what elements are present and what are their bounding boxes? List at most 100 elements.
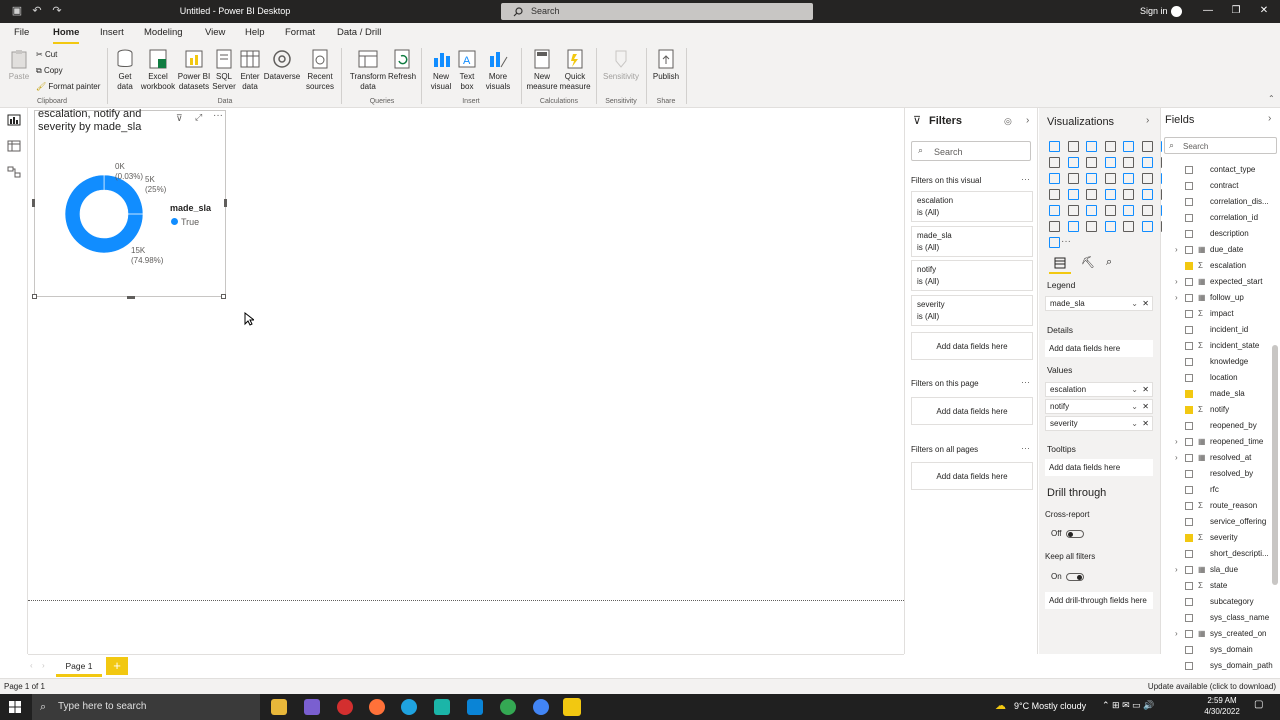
minimize-icon[interactable]: — <box>1199 3 1217 19</box>
tab-help[interactable]: Help <box>245 27 265 38</box>
field-item[interactable]: sys_domain_path <box>1162 658 1274 674</box>
visual-type-icon[interactable] <box>1142 221 1153 232</box>
field-checkbox[interactable] <box>1185 230 1193 238</box>
field-checkbox[interactable] <box>1185 422 1193 430</box>
collapse-ribbon-icon[interactable]: ⌃ <box>1268 94 1275 103</box>
field-checkbox[interactable] <box>1185 646 1193 654</box>
field-item[interactable]: › ▦ due_date <box>1162 242 1274 258</box>
resize-handle[interactable] <box>224 199 227 207</box>
field-item[interactable]: contract <box>1162 178 1274 194</box>
field-item[interactable]: reopened_by <box>1162 418 1274 434</box>
sign-in-link[interactable]: Sign in <box>1140 6 1168 16</box>
power-bi-datasets-button[interactable]: Power BI datasets <box>176 48 212 92</box>
app-icon[interactable] <box>434 699 450 715</box>
format-painter-button[interactable]: 🖌 Format painter <box>36 82 100 91</box>
field-checkbox[interactable] <box>1185 294 1193 302</box>
legend-item[interactable]: True <box>171 217 199 227</box>
expand-chevron-icon[interactable]: › <box>1175 274 1178 290</box>
field-checkbox[interactable] <box>1185 342 1193 350</box>
more-options-icon[interactable]: ··· <box>1021 443 1030 453</box>
close-icon[interactable]: ✕ <box>1255 3 1273 19</box>
field-item[interactable]: service_offering <box>1162 514 1274 530</box>
legend-field-pill[interactable]: made_sla ⌄ ✕ <box>1045 296 1153 311</box>
collapse-viz-icon[interactable]: › <box>1146 115 1149 126</box>
power-bi-icon[interactable] <box>563 698 581 716</box>
visual-type-icon[interactable] <box>1067 141 1079 152</box>
resize-handle[interactable] <box>127 296 135 299</box>
visual-type-icon[interactable] <box>1142 173 1153 184</box>
cut-button[interactable]: ✂ Cut <box>36 50 57 59</box>
sensitivity-button[interactable]: Sensitivity <box>601 48 641 82</box>
tab-view[interactable]: View <box>205 27 225 38</box>
field-checkbox[interactable] <box>1185 374 1193 382</box>
paste-button[interactable]: Paste <box>6 48 32 82</box>
field-checkbox[interactable] <box>1185 326 1193 334</box>
visual-type-icon[interactable] <box>1086 189 1098 200</box>
field-checkbox[interactable] <box>1185 406 1193 414</box>
sql-server-button[interactable]: SQL Server <box>212 48 236 92</box>
eye-icon[interactable]: ◎ <box>1004 116 1012 127</box>
visual-type-icon[interactable] <box>1049 141 1060 152</box>
resize-handle[interactable] <box>32 199 35 207</box>
refresh-button[interactable]: Refresh <box>388 48 416 82</box>
field-checkbox[interactable] <box>1185 614 1193 622</box>
field-checkbox[interactable] <box>1185 582 1193 590</box>
new-visual-button[interactable]: New visual <box>427 48 455 92</box>
expand-chevron-icon[interactable]: › <box>1175 626 1178 642</box>
field-checkbox[interactable] <box>1185 630 1193 638</box>
field-item[interactable]: sys_class_name <box>1162 610 1274 626</box>
field-checkbox[interactable] <box>1185 310 1193 318</box>
tab-format[interactable]: Format <box>285 27 315 38</box>
field-item[interactable]: resolved_by <box>1162 466 1274 482</box>
edge-icon[interactable] <box>401 699 417 715</box>
filter-card-made-sla[interactable]: made_sla is (All) <box>911 226 1033 257</box>
clock-time[interactable]: 2:59 AM <box>1202 696 1242 705</box>
field-checkbox[interactable] <box>1185 454 1193 462</box>
tray-icons[interactable]: ⌃ ⊞ ✉ ▭ 🔊 <box>1102 700 1154 711</box>
enter-data-button[interactable]: Enter data <box>237 48 263 92</box>
visual-type-icon[interactable] <box>1086 157 1098 168</box>
visual-type-icon[interactable] <box>1123 221 1135 232</box>
more-visuals-button[interactable]: More visuals <box>480 48 516 92</box>
field-checkbox[interactable] <box>1185 358 1193 366</box>
field-item[interactable]: sys_domain <box>1162 642 1274 658</box>
field-item[interactable]: Σroute_reason <box>1162 498 1274 514</box>
visual-type-icon[interactable] <box>1142 157 1153 168</box>
visual-type-icon[interactable] <box>1104 205 1116 216</box>
field-item[interactable]: Σnotify <box>1162 402 1274 418</box>
page-tab[interactable]: Page 1 <box>56 657 102 677</box>
more-options-icon[interactable]: ··· <box>1021 174 1030 184</box>
field-checkbox[interactable] <box>1185 518 1193 526</box>
field-checkbox[interactable] <box>1185 598 1193 606</box>
field-item[interactable]: rfc <box>1162 482 1274 498</box>
field-checkbox[interactable] <box>1185 182 1193 190</box>
field-checkbox[interactable] <box>1185 534 1193 542</box>
field-item[interactable]: subcategory <box>1162 594 1274 610</box>
visual-type-icon[interactable] <box>1049 205 1060 216</box>
field-item[interactable]: correlation_dis... <box>1162 194 1274 210</box>
value-field-pill[interactable]: severity ⌄ ✕ <box>1045 416 1153 431</box>
field-checkbox[interactable] <box>1185 486 1193 494</box>
visual-type-icon[interactable] <box>1123 141 1135 152</box>
field-item[interactable]: incident_id <box>1162 322 1274 338</box>
expand-chevron-icon[interactable]: › <box>1175 562 1178 578</box>
field-checkbox[interactable] <box>1185 502 1193 510</box>
quick-measure-button[interactable]: Quick measure <box>559 48 591 92</box>
filter-card-severity[interactable]: severity is (All) <box>911 295 1033 326</box>
copy-button[interactable]: ⧉ Copy <box>36 66 63 76</box>
expand-chevron-icon[interactable]: › <box>1175 434 1178 450</box>
field-checkbox[interactable] <box>1185 246 1193 254</box>
field-item[interactable]: short_descripti... <box>1162 546 1274 562</box>
filters-search-input[interactable]: ⌕ Search <box>911 141 1031 161</box>
visual-type-icon[interactable] <box>1049 221 1060 232</box>
format-paint-roller-icon[interactable]: ⛏ <box>1081 256 1095 269</box>
visual-type-icon[interactable] <box>1123 173 1135 184</box>
visual-type-icon[interactable] <box>1049 157 1060 168</box>
visual-type-icon[interactable] <box>1104 157 1116 168</box>
app-icon[interactable] <box>304 699 320 715</box>
field-item[interactable]: › ▦ sys_created_on <box>1162 626 1274 642</box>
field-checkbox[interactable] <box>1185 566 1193 574</box>
excel-workbook-button[interactable]: Excel workbook <box>140 48 176 92</box>
visual-type-icon[interactable] <box>1142 141 1153 152</box>
chrome-icon[interactable] <box>500 699 516 715</box>
